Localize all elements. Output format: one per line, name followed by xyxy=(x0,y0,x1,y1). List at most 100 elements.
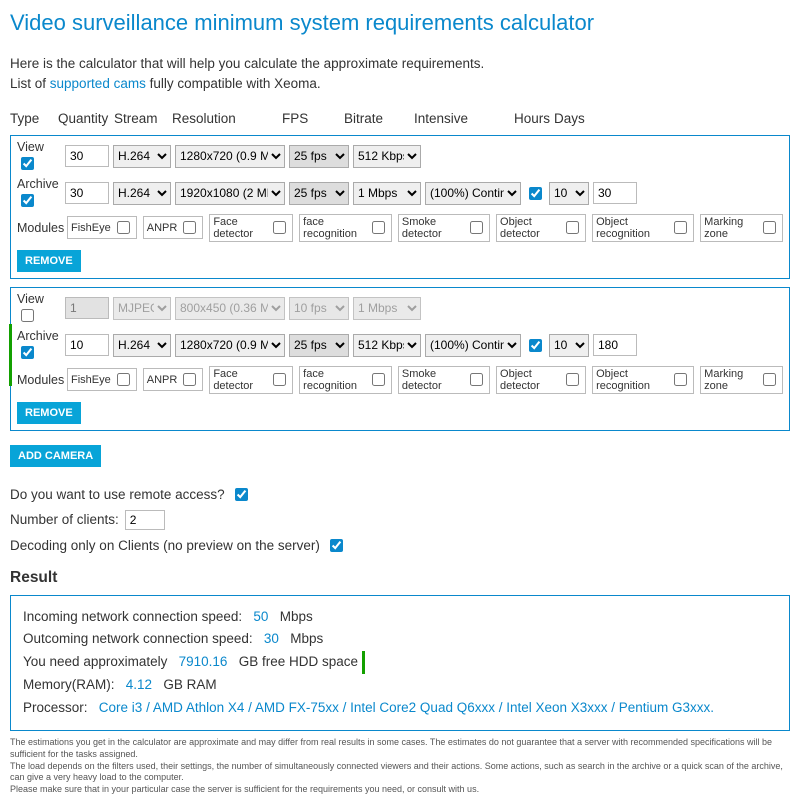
module-face-recognition[interactable]: face recognition xyxy=(299,366,392,394)
module-smoke-detector[interactable]: Smoke detector xyxy=(398,214,490,242)
in-label: Incoming network connection speed: xyxy=(23,609,242,624)
view-fps-select[interactable]: 25 fps xyxy=(289,145,349,168)
module-face-recognition[interactable]: face recognition xyxy=(299,214,392,242)
module-object-recognition[interactable]: Object recognition xyxy=(592,214,694,242)
add-camera-button[interactable]: ADD CAMERA xyxy=(10,445,101,467)
view-stream-select: MJPEG xyxy=(113,297,171,320)
archive-enable-checkbox[interactable] xyxy=(21,346,34,359)
archive-bitrate-select[interactable]: 512 Kbps xyxy=(353,334,421,357)
archive-hours-select[interactable]: 10 xyxy=(549,334,589,357)
archive-intensive-checkbox[interactable] xyxy=(529,187,542,200)
clients-input[interactable] xyxy=(125,510,165,530)
module-checkbox[interactable] xyxy=(372,373,385,386)
archive-resolution-select[interactable]: 1280x720 (0.9 MP) xyxy=(175,334,285,357)
module-checkbox[interactable] xyxy=(566,221,579,234)
module-label: Smoke detector xyxy=(402,368,464,392)
view-row: View MJPEG 800x450 (0.36 MP) 10 fps 1 Mb… xyxy=(17,292,783,325)
view-bitrate-select[interactable]: 512 Kbps xyxy=(353,145,421,168)
module-checkbox[interactable] xyxy=(674,373,687,386)
module-checkbox[interactable] xyxy=(183,221,196,234)
intro-line2: List of supported cams fully compatible … xyxy=(10,74,790,94)
header-stream: Stream xyxy=(114,111,172,132)
view-fps-select: 10 fps xyxy=(289,297,349,320)
view-enable-checkbox[interactable] xyxy=(21,309,34,322)
archive-fps-select[interactable]: 25 fps xyxy=(289,334,349,357)
cpu-label: Processor: xyxy=(23,700,88,715)
column-headers: Type Quantity Stream Resolution FPS Bitr… xyxy=(10,111,594,132)
view-quantity-input[interactable] xyxy=(65,145,109,167)
archive-fps-select[interactable]: 25 fps xyxy=(289,182,349,205)
page-title: Video surveillance minimum system requir… xyxy=(10,10,790,36)
result-incoming: Incoming network connection speed: 50 Mb… xyxy=(23,606,777,629)
in-unit: Mbps xyxy=(280,609,313,624)
module-checkbox[interactable] xyxy=(674,221,687,234)
module-label: face recognition xyxy=(303,216,366,240)
module-marking-zone[interactable]: Marking zone xyxy=(700,214,783,242)
module-object-detector[interactable]: Object detector xyxy=(496,214,586,242)
module-anpr[interactable]: ANPR xyxy=(143,368,204,391)
module-label: Object detector xyxy=(500,368,560,392)
module-checkbox[interactable] xyxy=(566,373,579,386)
header-resolution: Resolution xyxy=(172,111,282,132)
module-anpr[interactable]: ANPR xyxy=(143,216,204,239)
view-label: View xyxy=(17,140,61,173)
module-label: Smoke detector xyxy=(402,216,464,240)
archive-bitrate-select[interactable]: 1 Mbps xyxy=(353,182,421,205)
module-label: FishEye xyxy=(71,222,111,234)
module-checkbox[interactable] xyxy=(470,221,483,234)
archive-intensive-select[interactable]: (100%) Continu xyxy=(425,182,521,205)
archive-hours-select[interactable]: 10 xyxy=(549,182,589,205)
module-label: FishEye xyxy=(71,374,111,386)
supported-cams-link[interactable]: supported cams xyxy=(50,76,146,91)
header-type: Type xyxy=(10,111,58,132)
remove-button[interactable]: REMOVE xyxy=(17,250,81,272)
module-fisheye[interactable]: FishEye xyxy=(67,216,137,239)
view-enable-checkbox[interactable] xyxy=(21,157,34,170)
hdd-post: GB free HDD space xyxy=(239,654,358,669)
module-face-detector[interactable]: Face detector xyxy=(209,214,293,242)
modules-label: Modules xyxy=(17,373,61,387)
module-checkbox[interactable] xyxy=(117,373,130,386)
result-outcoming: Outcoming network connection speed: 30 M… xyxy=(23,628,777,651)
header-hours: Hours xyxy=(514,111,554,132)
module-label: Marking zone xyxy=(704,368,757,392)
view-resolution-select[interactable]: 1280x720 (0.9 MP) xyxy=(175,145,285,168)
archive-label-text: Archive xyxy=(17,329,59,343)
modules-row: Modules FishEye ANPR Face detector face … xyxy=(17,214,783,242)
archive-quantity-input[interactable] xyxy=(65,334,109,356)
remote-access-checkbox[interactable] xyxy=(235,488,248,501)
view-row: View H.264 1280x720 (0.9 MP) 25 fps 512 … xyxy=(17,140,783,173)
module-checkbox[interactable] xyxy=(763,221,776,234)
module-checkbox[interactable] xyxy=(273,373,286,386)
archive-intensive-checkbox[interactable] xyxy=(529,339,542,352)
module-object-recognition[interactable]: Object recognition xyxy=(592,366,694,394)
archive-stream-select[interactable]: H.264 xyxy=(113,182,171,205)
archive-stream-select[interactable]: H.264 xyxy=(113,334,171,357)
archive-days-input[interactable] xyxy=(593,334,637,356)
remote-access-question: Do you want to use remote access? xyxy=(10,485,790,504)
remove-button[interactable]: REMOVE xyxy=(17,402,81,424)
module-smoke-detector[interactable]: Smoke detector xyxy=(398,366,490,394)
archive-quantity-input[interactable] xyxy=(65,182,109,204)
archive-enable-checkbox[interactable] xyxy=(21,194,34,207)
out-value: 30 xyxy=(264,631,279,646)
archive-intensive-select[interactable]: (100%) Continu xyxy=(425,334,521,357)
module-checkbox[interactable] xyxy=(117,221,130,234)
module-checkbox[interactable] xyxy=(763,373,776,386)
module-face-detector[interactable]: Face detector xyxy=(209,366,293,394)
module-checkbox[interactable] xyxy=(183,373,196,386)
module-fisheye[interactable]: FishEye xyxy=(67,368,137,391)
archive-days-input[interactable] xyxy=(593,182,637,204)
module-marking-zone[interactable]: Marking zone xyxy=(700,366,783,394)
module-checkbox[interactable] xyxy=(273,221,286,234)
hdd-pre: You need approximately xyxy=(23,654,167,669)
archive-row: Archive H.264 1920x1080 (2 MP) 25 fps 1 … xyxy=(17,177,783,210)
module-checkbox[interactable] xyxy=(372,221,385,234)
archive-resolution-select[interactable]: 1920x1080 (2 MP) xyxy=(175,182,285,205)
module-object-detector[interactable]: Object detector xyxy=(496,366,586,394)
view-label-text: View xyxy=(17,140,44,154)
module-checkbox[interactable] xyxy=(470,373,483,386)
decode-checkbox[interactable] xyxy=(330,539,343,552)
intro-line2-pre: List of xyxy=(10,76,50,91)
view-stream-select[interactable]: H.264 xyxy=(113,145,171,168)
